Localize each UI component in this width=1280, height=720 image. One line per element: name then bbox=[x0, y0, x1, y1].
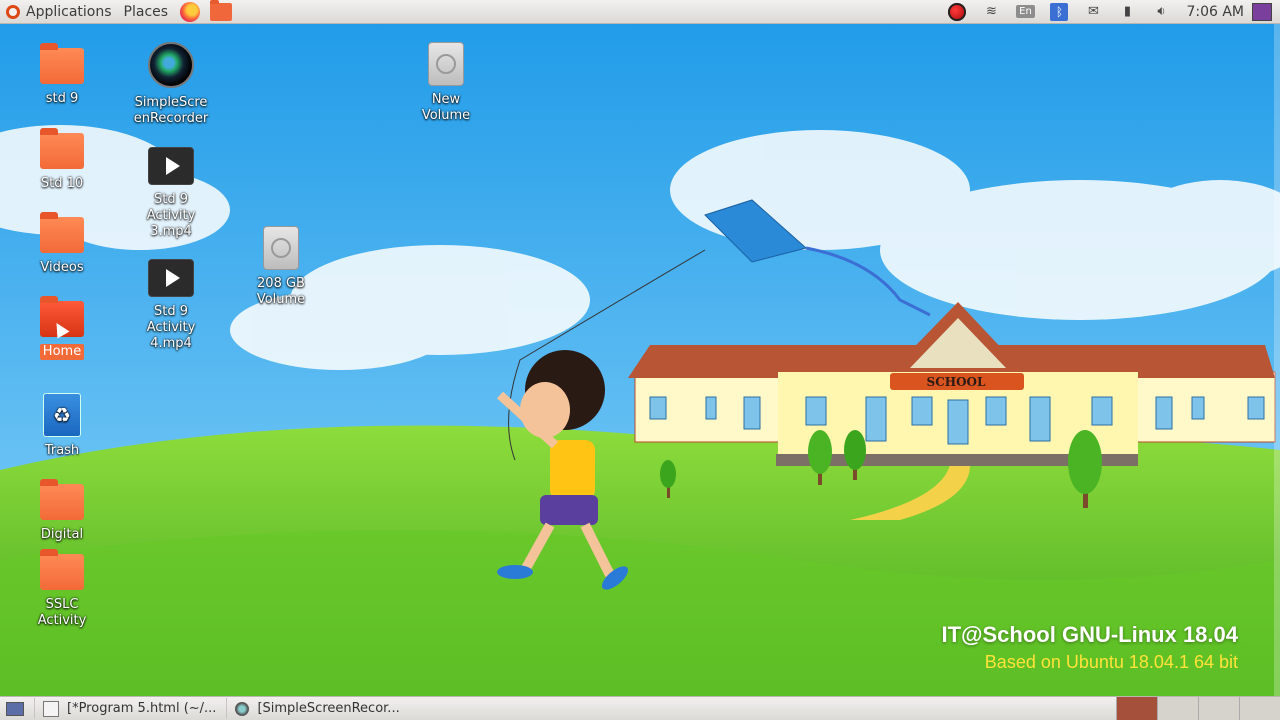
desktop-icon-label: SimpleScreenRecorder bbox=[133, 95, 209, 126]
wifi-icon[interactable]: ≋ bbox=[974, 0, 1008, 23]
trash-icon: ♻ bbox=[43, 393, 81, 437]
workspace-switcher bbox=[1116, 697, 1280, 720]
desktop-icon-label: Trash bbox=[44, 443, 80, 458]
workspace-3[interactable] bbox=[1198, 697, 1239, 720]
bluetooth-icon: ᛒ bbox=[1050, 2, 1069, 21]
taskbar-item-text-editor[interactable]: [*Program 5.html (~/... bbox=[34, 698, 224, 719]
taskbar-item-label: [SimpleScreenRecor... bbox=[257, 701, 400, 716]
desktop-icon-label: Std 9 Activity 3.mp4 bbox=[146, 192, 196, 239]
screen-recorder-icon bbox=[235, 701, 250, 716]
folder-icon bbox=[40, 479, 84, 520]
keyboard-layout-label: En bbox=[1016, 5, 1035, 18]
drive-icon bbox=[428, 42, 464, 86]
workspace-1[interactable] bbox=[1116, 697, 1157, 720]
show-desktop-icon[interactable] bbox=[6, 701, 24, 716]
desktop-icon-trash[interactable]: ♻ Trash bbox=[17, 393, 107, 459]
keyboard-layout-indicator[interactable]: En bbox=[1008, 0, 1042, 23]
bluetooth-indicator[interactable]: ᛒ bbox=[1042, 0, 1076, 23]
record-indicator[interactable] bbox=[940, 0, 974, 23]
folder-icon bbox=[40, 128, 84, 169]
desktop-icon-std9[interactable]: std 9 bbox=[17, 42, 107, 107]
system-tray: ≋ En ᛒ ✉ ▮ 🔉︎ 7:06 AM bbox=[940, 0, 1280, 23]
desktop-icon-video-activity3[interactable]: Std 9 Activity 3.mp4 bbox=[126, 141, 216, 240]
desktop-icon-label: Std 9 Activity 4.mp4 bbox=[146, 304, 196, 351]
applications-menu[interactable]: Applications bbox=[0, 0, 118, 23]
desktop-icon-label: SSLC Activity bbox=[37, 597, 87, 628]
desktop-icon-label: Home bbox=[39, 344, 85, 360]
desktop-icon-label: Std 10 bbox=[40, 176, 84, 191]
desktop-icon-std10[interactable]: Std 10 bbox=[17, 127, 107, 192]
desktop-icon-simplescreenrecorder[interactable]: SimpleScreenRecorder bbox=[126, 42, 216, 127]
text-editor-icon bbox=[43, 700, 59, 717]
desktop-icon-new-volume[interactable]: New Volume bbox=[401, 40, 491, 124]
battery-icon[interactable]: ▮ bbox=[1110, 0, 1144, 23]
mail-icon[interactable]: ✉ bbox=[1076, 0, 1110, 23]
volume-icon[interactable]: 🔉︎ bbox=[1144, 0, 1178, 23]
top-panel: Applications Places ≋ En ᛒ ✉ ▮ 🔉︎ 7:06 A… bbox=[0, 0, 1280, 24]
folder-icon bbox=[40, 212, 84, 253]
desktop-icon-208gb-volume[interactable]: 208 GB Volume bbox=[236, 224, 326, 308]
places-menu[interactable]: Places bbox=[118, 0, 175, 23]
desktop-icon-sslc[interactable]: SSLC Activity bbox=[17, 548, 107, 629]
file-manager-launcher-icon[interactable] bbox=[210, 0, 233, 21]
desktop-icon-label: 208 GB Volume bbox=[256, 276, 306, 307]
desktop-icon-label: New Volume bbox=[421, 92, 471, 123]
applications-label: Applications bbox=[26, 3, 112, 20]
desktop-icon-videos[interactable]: Videos bbox=[17, 211, 107, 276]
ubuntu-logo-icon bbox=[6, 4, 20, 19]
brand-title: IT@School GNU-Linux 18.04 bbox=[941, 622, 1239, 647]
video-file-icon bbox=[148, 147, 194, 185]
brand-subtitle: Based on Ubuntu 18.04.1 64 bit bbox=[984, 652, 1238, 672]
taskbar-item-screen-recorder[interactable]: [SimpleScreenRecor... bbox=[226, 698, 407, 719]
session-menu-icon[interactable] bbox=[1252, 2, 1272, 21]
taskbar-item-label: [*Program 5.html (~/... bbox=[67, 701, 217, 716]
video-file-icon bbox=[148, 259, 194, 297]
firefox-launcher-icon[interactable] bbox=[180, 1, 201, 22]
places-label: Places bbox=[123, 3, 169, 20]
bottom-panel: [*Program 5.html (~/... [SimpleScreenRec… bbox=[0, 696, 1280, 720]
drive-icon bbox=[263, 226, 299, 270]
desktop-icon-label: Digital bbox=[40, 527, 84, 542]
desktop-icon-video-activity4[interactable]: Std 9 Activity 4.mp4 bbox=[126, 253, 216, 352]
desktop-icon-label: std 9 bbox=[45, 91, 79, 106]
desktop-icon-label: Videos bbox=[40, 260, 84, 275]
record-icon bbox=[948, 2, 967, 21]
workspace-4[interactable] bbox=[1239, 697, 1280, 720]
wallpaper-branding: IT@School GNU-Linux 18.04 Based on Ubunt… bbox=[942, 622, 1239, 673]
folder-icon bbox=[40, 549, 84, 590]
school-sign: SCHOOL bbox=[927, 375, 986, 389]
desktop-icon-digital[interactable]: Digital bbox=[17, 478, 107, 543]
workspace-2[interactable] bbox=[1157, 697, 1198, 720]
screen-recorder-icon bbox=[148, 42, 194, 88]
folder-icon bbox=[40, 43, 84, 84]
clock[interactable]: 7:06 AM bbox=[1178, 4, 1252, 20]
scrollbar[interactable] bbox=[1274, 23, 1280, 697]
